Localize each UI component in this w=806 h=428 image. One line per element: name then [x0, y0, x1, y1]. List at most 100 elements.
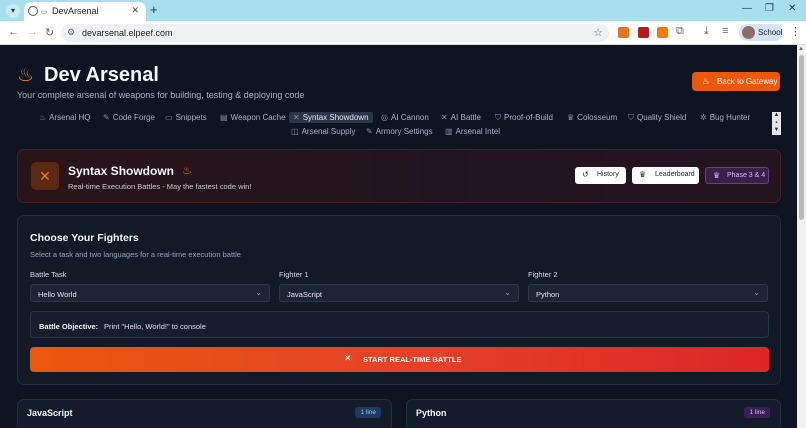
flame-icon: ♨	[17, 65, 35, 86]
trophy-icon: ♛	[639, 170, 647, 179]
browser-tab-strip: ▾ ▭ DevArsenal ✕ + — ❐ ✕	[0, 0, 806, 21]
window-close-icon[interactable]: ✕	[788, 3, 796, 14]
address-bar[interactable]: ⚙ devarsenal.elpeef.com ☆	[61, 24, 609, 42]
loading-icon	[28, 6, 38, 16]
line-count-badge: 1 line	[744, 407, 770, 418]
nav-item-arsenal-supply[interactable]: ◫ Arsenal Supply	[291, 127, 355, 136]
phase-badge: ♛ Phase 3 & 4	[705, 167, 769, 184]
banner-title: Syntax Showdown	[68, 164, 175, 178]
bookmark-star-icon[interactable]: ☆	[593, 26, 603, 39]
shield-icon: ⛉	[628, 113, 634, 122]
folder-icon: ▭	[165, 113, 173, 122]
restore-icon[interactable]: ❐	[765, 3, 774, 14]
flame-icon: ♨	[39, 113, 47, 122]
page-scrollbar[interactable]: ▲	[797, 45, 806, 428]
back-to-gateway-label: Back to Gateway	[717, 77, 778, 86]
extensions-puzzle-icon[interactable]: ⧉	[676, 25, 684, 38]
trophy-icon: ♛	[567, 113, 575, 122]
swords-icon: ✕	[293, 113, 300, 122]
scroll-handle-icon[interactable]: ▪	[772, 120, 781, 128]
nav-item-quality-shield[interactable]: ⛉ Quality Shield	[628, 113, 686, 123]
nav-item-weapon-cache[interactable]: ▤ Weapon Cache	[220, 113, 286, 122]
swords-icon: ✕	[31, 162, 59, 190]
profile-chip[interactable]: School	[739, 24, 783, 41]
download-icon[interactable]: ⤓	[704, 25, 709, 38]
target-icon: ◎	[381, 113, 388, 122]
wrench-icon: ✎	[366, 127, 373, 136]
battle-task-label: Battle Task	[30, 270, 67, 279]
card-language-name: Python	[416, 408, 447, 418]
start-battle-button[interactable]: ✕ START REAL-TIME BATTLE	[30, 347, 769, 372]
history-icon: ↺	[582, 170, 589, 179]
battle-objective: Battle Objective: Print "Hello, World!" …	[30, 311, 769, 338]
nav-item-syntax-showdown[interactable]: ✕ Syntax Showdown	[289, 112, 373, 123]
code-card-javascript: JavaScript 1 line	[17, 399, 392, 428]
tab-search-icon[interactable]: ▾	[6, 4, 20, 18]
fighter1-select[interactable]: JavaScript ⌄	[279, 284, 519, 302]
url-text[interactable]: devarsenal.elpeef.com	[82, 28, 173, 38]
metamask-extension-icon[interactable]	[618, 27, 629, 38]
reload-icon[interactable]: ↻	[45, 26, 54, 39]
extension-orange-icon[interactable]	[657, 27, 668, 38]
close-tab-icon[interactable]: ✕	[131, 5, 139, 16]
forward-icon[interactable]: →	[27, 26, 38, 38]
nav-item-code-forge[interactable]: ✎ Code Forge	[103, 113, 155, 122]
back-icon[interactable]: ←	[8, 26, 19, 38]
objective-label: Battle Objective:	[39, 322, 99, 331]
chevron-down-icon: ⌄	[255, 288, 262, 297]
flame-icon: ♨	[702, 76, 711, 86]
line-count-badge: 1 line	[355, 407, 381, 418]
extension-m-icon[interactable]	[638, 27, 649, 38]
bug-icon: ✲	[700, 113, 707, 122]
profile-name: School	[758, 28, 783, 37]
browser-tab[interactable]: ▭ DevArsenal ✕	[24, 2, 146, 21]
banner-subtitle: Real-time Execution Battles - May the fa…	[68, 182, 252, 191]
syntax-showdown-banner: ✕ Syntax Showdown ♨ Real-time Execution …	[17, 149, 781, 203]
scrollbar-thumb[interactable]	[799, 55, 804, 220]
code-card-python: Python 1 line	[406, 399, 781, 428]
browser-menu-icon[interactable]: ⋮	[790, 25, 801, 38]
site-info-icon[interactable]: ⚙	[67, 27, 75, 38]
wrench-icon: ✎	[103, 113, 110, 122]
battle-task-select[interactable]: Hello World ⌄	[30, 284, 270, 302]
leaderboard-button[interactable]: ♛ Leaderboard	[632, 167, 699, 184]
crown-icon: ♛	[713, 171, 721, 180]
media-control-icon[interactable]: ≡	[722, 25, 728, 37]
nav-item-snippets[interactable]: ▭ Snippets	[165, 113, 207, 122]
browser-toolbar: ← → ↻ ⚙ devarsenal.elpeef.com ☆ ⧉ ⤓ ≡ Sc…	[0, 21, 806, 45]
card-language-name: JavaScript	[27, 408, 73, 418]
scroll-up-icon[interactable]: ▲	[772, 112, 781, 120]
box-icon: ◫	[291, 127, 299, 136]
scroll-up-icon[interactable]: ▲	[798, 46, 804, 52]
nav-item-colosseum[interactable]: ♛ Colosseum	[567, 113, 617, 122]
new-tab-icon[interactable]: +	[150, 2, 158, 17]
nav-item-arsenal-hq[interactable]: ♨ Arsenal HQ	[39, 113, 91, 122]
chart-icon: ▥	[445, 127, 453, 136]
shield-icon: ⛉	[495, 113, 501, 122]
nav-item-ai-battle[interactable]: ✕ AI Battle	[441, 113, 481, 122]
nav-item-armory-settings[interactable]: ✎ Armory Settings	[366, 127, 433, 136]
back-to-gateway-button[interactable]: ♨ Back to Gateway	[692, 72, 780, 91]
flame-icon: ♨	[182, 165, 192, 177]
choose-fighters-panel: Choose Your Fighters Select a task and t…	[17, 215, 781, 385]
panel-subtitle: Select a task and two languages for a re…	[30, 250, 241, 259]
minimize-icon[interactable]: —	[742, 3, 752, 14]
scroll-down-icon[interactable]: ▼	[772, 127, 781, 135]
nav-item-bug-hunter[interactable]: ✲ Bug Hunter	[700, 113, 750, 122]
history-button[interactable]: ↺ History	[575, 167, 626, 184]
tab-title: DevArsenal	[52, 6, 99, 16]
nav-item-arsenal-intel[interactable]: ▥ Arsenal Intel	[445, 127, 500, 136]
avatar	[742, 26, 755, 39]
chevron-down-icon: ⌄	[504, 288, 511, 297]
objective-text: Print "Hello, World!" to console	[104, 322, 206, 331]
start-battle-label: START REAL-TIME BATTLE	[363, 355, 462, 364]
nav-scroller[interactable]: ▲ ▪ ▼	[772, 112, 781, 135]
fighter1-label: Fighter 1	[279, 270, 309, 279]
swords-icon: ✕	[441, 113, 448, 122]
fighter2-label: Fighter 2	[528, 270, 558, 279]
page-content: ♨ Dev Arsenal Your complete arsenal of w…	[0, 45, 797, 428]
fighter2-select[interactable]: Python ⌄	[528, 284, 768, 302]
nav-item-ai-cannon[interactable]: ◎ AI Cannon	[381, 113, 429, 122]
nav-item-proof-of-build[interactable]: ⛉ Proof-of-Build	[495, 113, 553, 123]
panel-title: Choose Your Fighters	[30, 232, 139, 244]
